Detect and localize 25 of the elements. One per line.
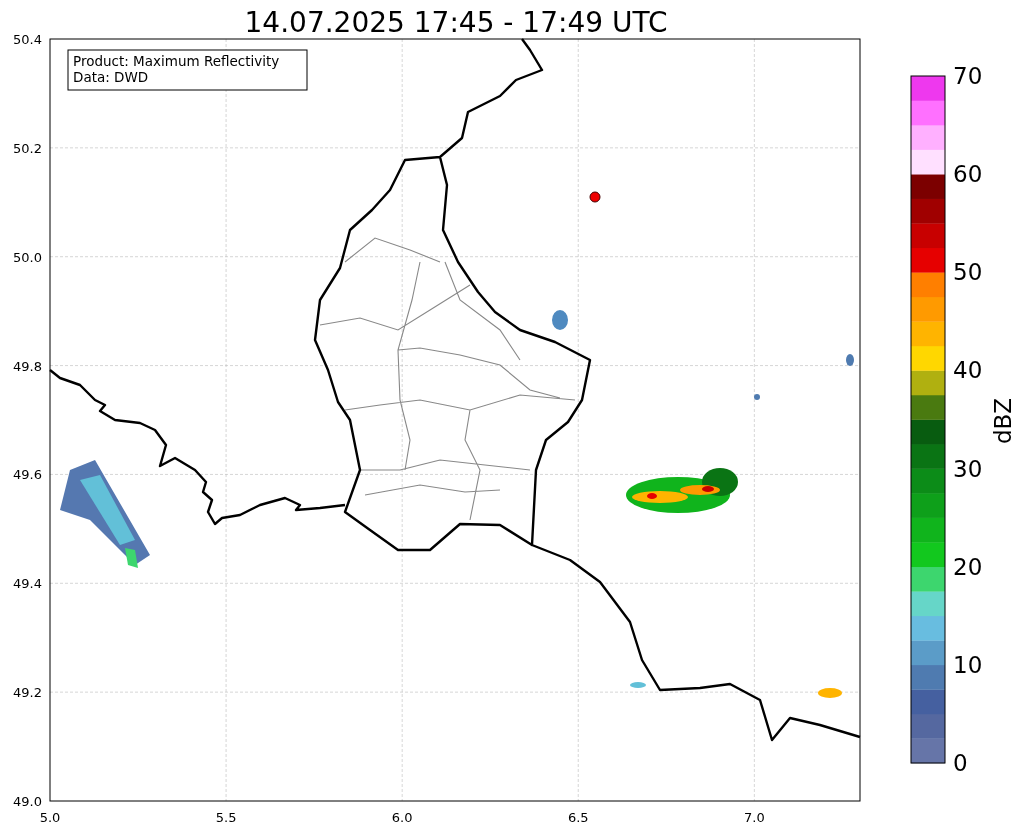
axis-tick-label: 49.8	[13, 358, 42, 374]
info-text: Product: Maximum Reflectivity	[73, 53, 280, 69]
axis-tick-label: 49.2	[13, 685, 42, 701]
colorbar-tick-label: 50	[953, 259, 983, 286]
axis-tick-label: 49.6	[13, 467, 42, 483]
axis-tick-label: 49.4	[13, 576, 42, 592]
axis-tick-label: 6.5	[567, 810, 589, 825]
axis-tick-label: 5.0	[39, 810, 61, 825]
axis-tick-label: 50.2	[13, 140, 42, 156]
colorbar-tick-label: 10	[953, 651, 983, 678]
chart-title: 14.07.2025 17:45 - 17:49 UTC	[244, 6, 668, 39]
axis-tick-label: 6.0	[391, 810, 413, 825]
colorbar-tick-label: 30	[953, 455, 983, 482]
axis-tick-label: 50.0	[13, 249, 42, 265]
colorbar-tick-label: 70	[953, 63, 983, 89]
colorbar-tick-label: 0	[953, 750, 968, 776]
colorbar-tick-label: 40	[953, 357, 983, 384]
axis-tick-label: 7.0	[744, 810, 765, 825]
axis-tick-label: 49.0	[13, 794, 42, 809]
axis-tick-label: 50.4	[13, 32, 42, 47]
colorbar-tick-label: 60	[953, 161, 983, 188]
colorbar-label: dBZ	[990, 397, 1016, 445]
info-text: Data: DWD	[73, 69, 149, 85]
colorbar-tick-label: 20	[953, 553, 983, 580]
axis-tick-label: 5.5	[215, 810, 237, 825]
